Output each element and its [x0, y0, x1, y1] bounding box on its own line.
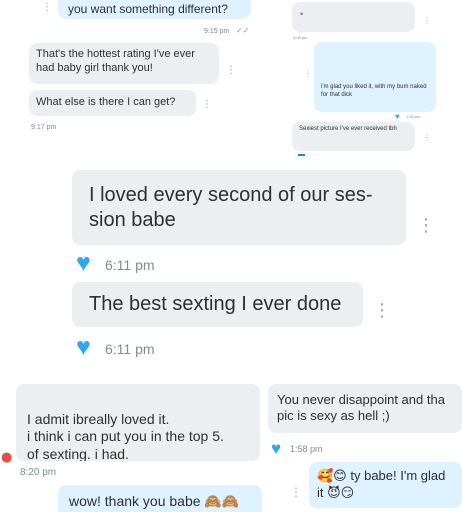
message-menu-icon[interactable]: ⋮	[423, 17, 431, 25]
smiling-emoji-icon: 🥰😊	[317, 469, 347, 484]
message-bubble-sent: wow! thank you babe 🙈🙈🙈	[58, 485, 262, 512]
message-text: I admit ibreally loved it. i think i can…	[27, 410, 224, 462]
message-bubble-received: That's the hottest rating I've ever had …	[29, 43, 219, 84]
message-bubble-received: You never disappoint and tha pic is sexy…	[268, 384, 462, 433]
message-menu-icon[interactable]: ⋮	[226, 66, 236, 76]
message-menu-icon[interactable]: ⋮	[290, 486, 302, 498]
message-bubble-received: What else is there I can get?	[29, 90, 196, 116]
message-time: 3:08 pm	[293, 35, 308, 40]
message-menu-icon[interactable]: ⋮	[417, 217, 435, 235]
message-menu-icon[interactable]: ⋮	[42, 3, 52, 13]
devil-smirk-emoji-icon: 😈😏	[327, 486, 355, 502]
heart-icon[interactable]: ♥	[271, 440, 281, 457]
message-bubble-received: I admit ibreally loved it. i think i can…	[16, 384, 260, 461]
message-bubble-sent: you want something different?	[58, 0, 251, 19]
message-bubble-received: •	[292, 2, 415, 32]
heart-icon[interactable]: ♥	[76, 335, 91, 360]
message-time: 6:11 pm	[105, 257, 155, 273]
message-time: 1:58 pm	[290, 444, 323, 454]
message-time: 9:15 pm	[204, 28, 230, 35]
message-text: i'm glad you liked it, with my bum naked…	[321, 84, 427, 98]
message-menu-icon[interactable]: ●	[1, 451, 12, 464]
message-menu-icon[interactable]: ⋮	[304, 70, 312, 78]
message-time: 6:11 pm	[105, 341, 155, 357]
message-text: The best sexting I ever done	[89, 293, 342, 315]
message-menu-icon[interactable]: ⋮	[202, 100, 212, 110]
message-menu-icon[interactable]: ⋮	[423, 134, 431, 142]
message-text: That's the hottest rating I've ever had …	[36, 48, 195, 74]
message-bubble-received: The best sexting I ever done	[72, 282, 363, 327]
heart-icon[interactable]: ♥	[395, 113, 400, 121]
message-menu-icon[interactable]: ⋮	[373, 302, 391, 320]
message-bubble-received: I loved every second of our ses-sion bab…	[72, 170, 406, 245]
message-text: I loved every second of our ses-sion bab…	[89, 184, 373, 231]
selection-indicator	[298, 154, 305, 156]
message-bubble-sent: 🥰😊 ty babe! I'm glad it 😈😏	[309, 462, 462, 508]
message-text: You never disappoint and tha pic is sexy…	[277, 392, 445, 424]
chat-screenshot-collage: ⋮ you want something different? 9:15 pm …	[0, 0, 462, 512]
message-text: wow! thank you babe	[69, 493, 201, 509]
message-text: •	[300, 9, 304, 19]
heart-icon[interactable]: ♥	[76, 251, 91, 276]
message-text: Sexiest picture I've ever received tbh	[299, 126, 397, 132]
message-time: 1:53 pm	[406, 114, 421, 119]
double-check-icon: ✓✓	[236, 26, 250, 35]
message-bubble-received: Sexiest picture I've ever received tbh	[292, 122, 415, 151]
message-time: 9:17 pm	[31, 124, 57, 131]
message-bubble-sent: i'm glad you liked it, with my bum naked…	[314, 42, 436, 112]
message-text: What else is there I can get?	[36, 96, 176, 108]
message-text: you want something different?	[68, 2, 228, 16]
message-time: 8:20 pm	[20, 467, 57, 478]
